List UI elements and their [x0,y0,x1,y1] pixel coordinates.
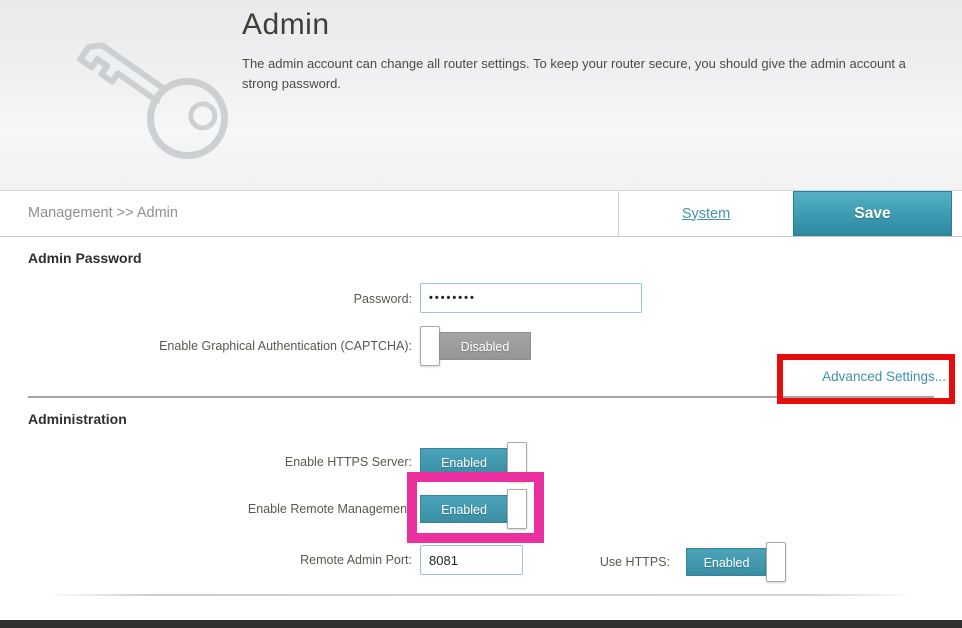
page-description: The admin account can change all router … [242,54,914,94]
password-input[interactable] [420,283,642,313]
https-server-toggle-knob[interactable] [507,442,527,482]
advanced-settings-link[interactable]: Advanced Settings... [822,369,946,384]
bottom-divider [45,594,917,596]
administration-heading: Administration [28,411,127,427]
window-bottom-edge [0,620,962,628]
remote-admin-port-label: Remote Admin Port: [28,553,412,568]
captcha-label: Enable Graphical Authentication (CAPTCHA… [28,339,412,354]
use-https-toggle[interactable]: Enabled [686,548,767,576]
page-title: Admin [242,8,330,42]
system-link[interactable]: System [682,206,730,222]
remote-management-toggle[interactable]: Enabled [420,495,508,523]
admin-password-heading: Admin Password [28,250,142,266]
breadcrumb: Management >> Admin [28,191,178,236]
use-https-toggle-knob[interactable] [766,542,786,582]
section-divider [28,396,934,398]
system-cell: System [618,191,793,236]
page-header: Admin The admin account can change all r… [0,0,962,190]
save-button[interactable]: Save [793,191,952,236]
key-icon [68,16,243,178]
captcha-toggle[interactable]: Disabled [439,332,531,360]
remote-management-label: Enable Remote Management: [28,502,414,517]
toolbar: Management >> Admin System Save [0,190,962,237]
use-https-label: Use HTTPS: [540,555,670,570]
https-server-toggle[interactable]: Enabled [420,448,508,476]
remote-admin-port-input[interactable] [420,545,523,575]
router-admin-page: Admin The admin account can change all r… [0,0,962,628]
captcha-toggle-knob[interactable] [420,326,440,366]
password-label: Password: [28,292,412,307]
remote-management-toggle-knob[interactable] [507,489,527,529]
https-server-label: Enable HTTPS Server: [28,455,412,470]
